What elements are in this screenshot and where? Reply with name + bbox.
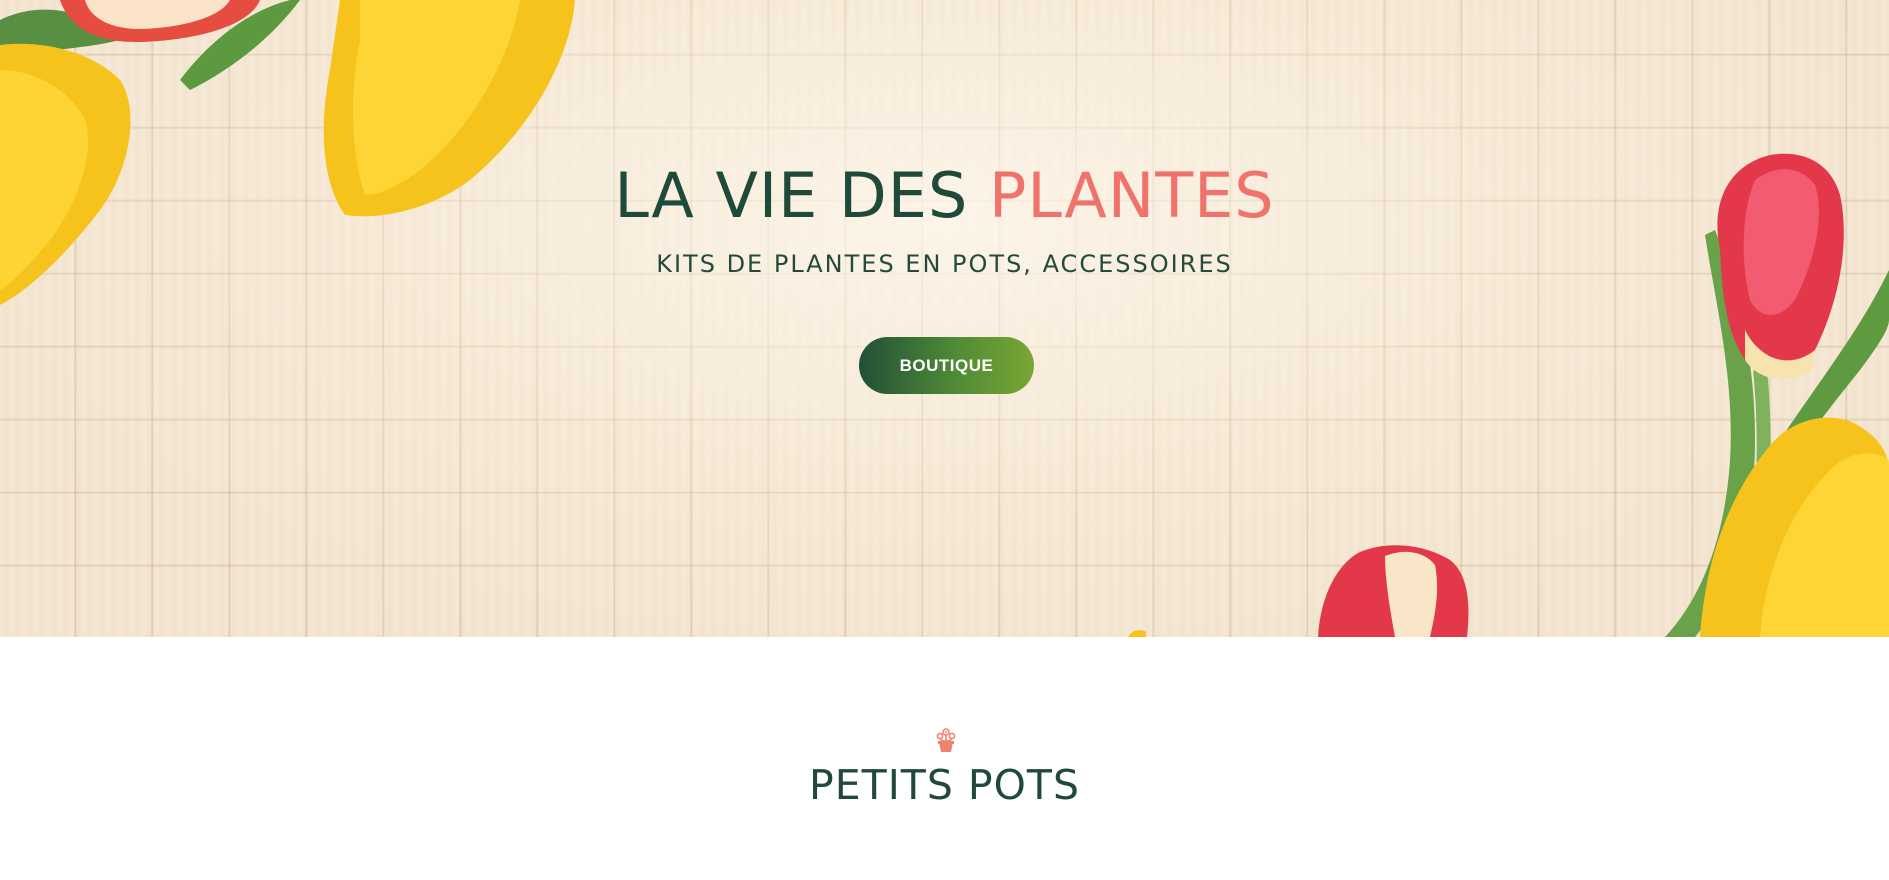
hero-title-main: LA VIE DES	[614, 159, 990, 232]
tulips-background-image	[0, 0, 1889, 637]
hero-title-accent: PLANTES	[989, 159, 1275, 232]
petits-pots-section: PETITS POTS	[0, 637, 1889, 880]
boutique-button[interactable]: BOUTIQUE	[859, 337, 1034, 394]
hero-title: LA VIE DES PLANTES	[0, 160, 1889, 232]
flower-pot-icon	[936, 728, 956, 752]
hero-subtitle: KITS DE PLANTES EN POTS, ACCESSOIRES	[656, 250, 1233, 278]
section-title: PETITS POTS	[809, 761, 1080, 809]
hero-banner: LA VIE DES PLANTES KITS DE PLANTES EN PO…	[0, 0, 1889, 637]
